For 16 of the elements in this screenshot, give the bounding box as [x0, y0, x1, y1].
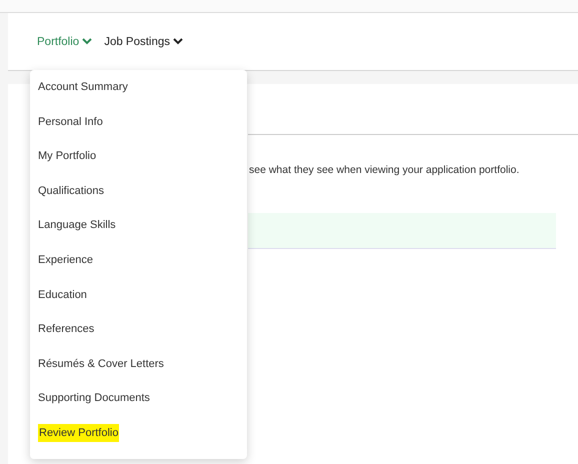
menu-item[interactable]: My Portfolio [30, 139, 247, 174]
menu-item[interactable]: Language Skills [30, 208, 247, 243]
menu-item[interactable]: References [30, 312, 247, 347]
menu-item[interactable]: Review Portfolio [30, 416, 247, 451]
menu-item[interactable]: Education [30, 278, 247, 312]
menu-item[interactable]: Supporting Documents [30, 381, 247, 416]
chevron-down-icon [173, 38, 184, 45]
nav-menu-item[interactable]: Job Postings [104, 36, 184, 48]
menu-item[interactable]: Résumés & Cover Letters [30, 346, 247, 382]
description-text: see what they see when viewing your application portfolio. [249, 164, 520, 176]
menu-item[interactable]: Personal Info [30, 104, 247, 140]
menu-item[interactable]: Account Summary [30, 70, 247, 105]
chevron-down-icon [82, 38, 92, 45]
nav-menu-item[interactable]: Portfolio [37, 36, 92, 48]
menu-item[interactable]: Experience [30, 242, 247, 278]
menu-item[interactable]: Qualifications [30, 174, 247, 208]
